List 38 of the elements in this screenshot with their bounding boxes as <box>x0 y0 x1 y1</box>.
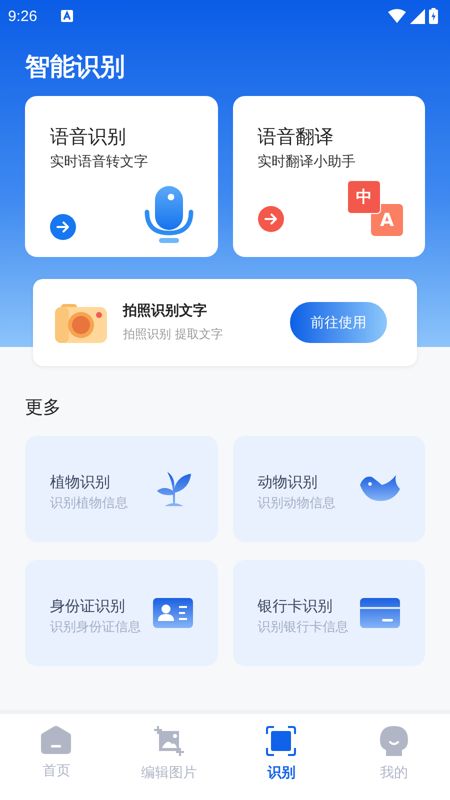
scan-icon <box>266 726 296 756</box>
microphone-icon <box>144 186 194 244</box>
page-title: 智能识别 <box>25 51 126 83</box>
avatar-icon <box>380 726 408 756</box>
sprout-icon <box>154 469 192 509</box>
card-title: 动物识别 <box>258 472 318 492</box>
feature-card[interactable]: 语音翻译 实时翻译小助手 中 A <box>232 96 425 257</box>
feature-card[interactable]: 语音识别 实时语音转文字 <box>25 96 218 257</box>
image-crop-icon <box>154 726 184 756</box>
signal-icon <box>410 8 425 24</box>
promo-title: 拍照识别文字 <box>123 302 208 320</box>
wifi-icon <box>388 9 406 23</box>
camera-icon <box>55 302 109 344</box>
battery-icon <box>429 8 438 24</box>
home-icon <box>41 726 72 754</box>
card-subtitle: 识别银行卡信息 <box>258 618 350 636</box>
tab[interactable]: 识别 <box>225 714 338 800</box>
card-title: 植物识别 <box>50 472 111 492</box>
card-subtitle: 识别植物信息 <box>50 494 129 512</box>
feature-card[interactable]: 银行卡识别 识别银行卡信息 <box>232 560 425 666</box>
feature-card[interactable]: 植物识别 识别植物信息 <box>25 436 218 542</box>
section-heading: 更多 <box>25 396 62 420</box>
card-title: 身份证识别 <box>50 596 126 616</box>
id-card-icon <box>152 598 192 628</box>
bird-icon <box>360 475 400 503</box>
card-subtitle: 实时语音转文字 <box>50 153 149 172</box>
bank-card-icon <box>360 598 400 628</box>
card-subtitle: 识别身份证信息 <box>50 618 142 636</box>
card-title: 银行卡识别 <box>258 596 334 616</box>
card-subtitle: 识别动物信息 <box>258 494 336 512</box>
card-title: 语音翻译 <box>258 125 334 150</box>
card-subtitle: 实时翻译小助手 <box>258 153 356 172</box>
feature-card[interactable]: 动物识别 识别动物信息 <box>232 436 425 542</box>
feature-card[interactable]: 身份证识别 识别身份证信息 <box>25 560 218 666</box>
card-title: 语音识别 <box>50 125 127 150</box>
promo-subtitle: 拍照识别 提取文字 <box>123 326 224 343</box>
status-time: 9:26 <box>8 8 38 24</box>
notification-icon <box>61 10 74 22</box>
